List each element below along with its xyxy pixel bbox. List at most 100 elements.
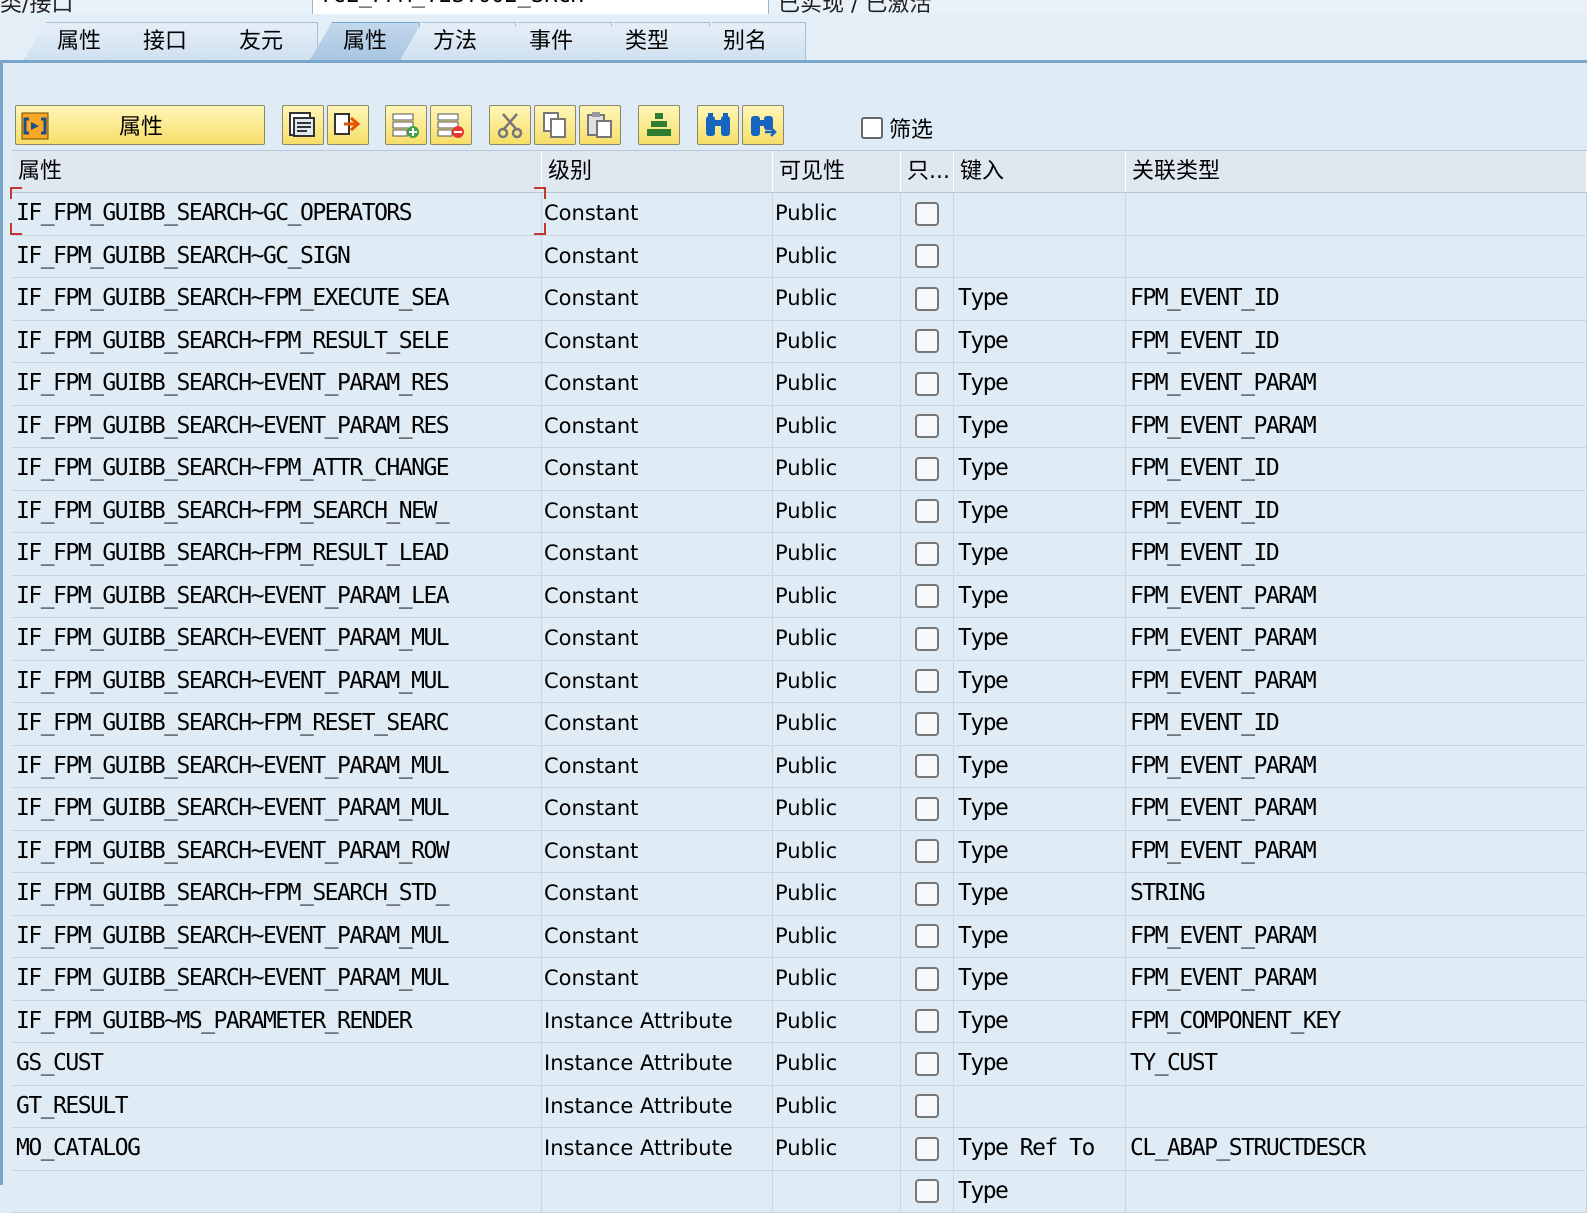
- typing-cell[interactable]: Type: [954, 1171, 1126, 1212]
- find-button[interactable]: [697, 105, 739, 145]
- readonly-checkbox[interactable]: [915, 457, 939, 481]
- level-cell[interactable]: Constant: [542, 321, 773, 362]
- table-row[interactable]: IF_FPM_GUIBB_SEARCH~EVENT_PARAM_MULConst…: [12, 788, 1587, 831]
- readonly-checkbox[interactable]: [915, 287, 939, 311]
- attribute-name-cell[interactable]: IF_FPM_GUIBB_SEARCH~EVENT_PARAM_MUL: [12, 958, 542, 999]
- attribute-name-cell[interactable]: IF_FPM_GUIBB_SEARCH~EVENT_PARAM_ROW: [12, 831, 542, 872]
- typing-cell[interactable]: Type: [954, 321, 1126, 362]
- table-row[interactable]: IF_FPM_GUIBB_SEARCH~EVENT_PARAM_RESConst…: [12, 406, 1587, 449]
- table-row[interactable]: IF_FPM_GUIBB_SEARCH~FPM_ATTR_CHANGEConst…: [12, 448, 1587, 491]
- typing-cell[interactable]: Type: [954, 873, 1126, 914]
- table-row[interactable]: GS_CUSTInstance AttributePublicTypeTY_CU…: [12, 1043, 1587, 1086]
- associated-type-cell[interactable]: [1126, 1171, 1587, 1212]
- table-row[interactable]: GT_RESULTInstance AttributePublic: [12, 1086, 1587, 1129]
- readonly-cell[interactable]: [901, 916, 954, 957]
- readonly-cell[interactable]: [901, 193, 954, 234]
- table-row[interactable]: IF_FPM_GUIBB_SEARCH~EVENT_PARAM_MULConst…: [12, 618, 1587, 661]
- associated-type-cell[interactable]: FPM_COMPONENT_KEY: [1126, 1001, 1587, 1042]
- detail-view-button[interactable]: [282, 105, 324, 145]
- attribute-name-cell[interactable]: IF_FPM_GUIBB_SEARCH~EVENT_PARAM_MUL: [12, 618, 542, 659]
- readonly-checkbox[interactable]: [915, 499, 939, 523]
- col-typing[interactable]: 键入: [954, 151, 1126, 192]
- table-row[interactable]: IF_FPM_GUIBB_SEARCH~FPM_RESET_SEARCConst…: [12, 703, 1587, 746]
- typing-cell[interactable]: Type: [954, 406, 1126, 447]
- table-row[interactable]: IF_FPM_GUIBB_SEARCH~EVENT_PARAM_MULConst…: [12, 916, 1587, 959]
- table-row[interactable]: IF_FPM_GUIBB_SEARCH~EVENT_PARAM_RESConst…: [12, 363, 1587, 406]
- level-cell[interactable]: Constant: [542, 236, 773, 277]
- readonly-checkbox[interactable]: [915, 1009, 939, 1033]
- level-cell[interactable]: Constant: [542, 916, 773, 957]
- attribute-name-cell[interactable]: IF_FPM_GUIBB_SEARCH~EVENT_PARAM_MUL: [12, 746, 542, 787]
- attribute-name-cell[interactable]: IF_FPM_GUIBB_SEARCH~EVENT_PARAM_MUL: [12, 916, 542, 957]
- readonly-checkbox[interactable]: [915, 1137, 939, 1161]
- associated-type-cell[interactable]: TY_CUST: [1126, 1043, 1587, 1084]
- typing-cell[interactable]: Type Ref To: [954, 1128, 1126, 1169]
- readonly-cell[interactable]: [901, 1001, 954, 1042]
- readonly-cell[interactable]: [901, 1171, 954, 1212]
- readonly-cell[interactable]: [901, 788, 954, 829]
- readonly-cell[interactable]: [901, 661, 954, 702]
- associated-type-cell[interactable]: FPM_EVENT_PARAM: [1126, 618, 1587, 659]
- associated-type-cell[interactable]: FPM_EVENT_ID: [1126, 533, 1587, 574]
- find-next-button[interactable]: [742, 105, 784, 145]
- sort-button[interactable]: [638, 105, 680, 145]
- level-cell[interactable]: [542, 1171, 773, 1212]
- col-readonly[interactable]: 只...: [901, 151, 954, 192]
- readonly-checkbox[interactable]: [915, 882, 939, 906]
- table-row[interactable]: IF_FPM_GUIBB_SEARCH~GC_SIGNConstantPubli…: [12, 236, 1587, 279]
- level-cell[interactable]: Constant: [542, 958, 773, 999]
- visibility-cell[interactable]: [773, 1171, 901, 1212]
- readonly-cell[interactable]: [901, 1128, 954, 1169]
- attribute-name-cell[interactable]: IF_FPM_GUIBB_SEARCH~FPM_RESET_SEARC: [12, 703, 542, 744]
- readonly-checkbox[interactable]: [915, 712, 939, 736]
- associated-type-cell[interactable]: FPM_EVENT_PARAM: [1126, 831, 1587, 872]
- typing-cell[interactable]: Type: [954, 533, 1126, 574]
- typing-cell[interactable]: Type: [954, 916, 1126, 957]
- table-row[interactable]: MO_CATALOGInstance AttributePublicType R…: [12, 1128, 1587, 1171]
- class-name-field[interactable]: YCL_FPM_TEST002_SRCH: [312, 0, 769, 14]
- typing-cell[interactable]: Type: [954, 958, 1126, 999]
- associated-type-cell[interactable]: FPM_EVENT_ID: [1126, 491, 1587, 532]
- visibility-cell[interactable]: Public: [773, 958, 901, 999]
- readonly-cell[interactable]: [901, 873, 954, 914]
- attribute-name-cell[interactable]: IF_FPM_GUIBB~MS_PARAMETER_RENDER: [12, 1001, 542, 1042]
- visibility-cell[interactable]: Public: [773, 448, 901, 489]
- attribute-source-button[interactable]: 属性: [15, 105, 265, 145]
- attribute-name-cell[interactable]: IF_FPM_GUIBB_SEARCH~EVENT_PARAM_RES: [12, 363, 542, 404]
- visibility-cell[interactable]: Public: [773, 533, 901, 574]
- readonly-checkbox[interactable]: [915, 839, 939, 863]
- attribute-name-cell[interactable]: IF_FPM_GUIBB_SEARCH~FPM_EXECUTE_SEA: [12, 278, 542, 319]
- typing-cell[interactable]: Type: [954, 363, 1126, 404]
- typing-cell[interactable]: Type: [954, 703, 1126, 744]
- paste-button[interactable]: [579, 105, 621, 145]
- attribute-name-cell[interactable]: IF_FPM_GUIBB_SEARCH~FPM_RESULT_LEAD: [12, 533, 542, 574]
- readonly-checkbox[interactable]: [915, 967, 939, 991]
- level-cell[interactable]: Instance Attribute: [542, 1001, 773, 1042]
- table-row[interactable]: IF_FPM_GUIBB_SEARCH~FPM_SEARCH_STD_Const…: [12, 873, 1587, 916]
- readonly-checkbox[interactable]: [915, 372, 939, 396]
- readonly-checkbox[interactable]: [915, 542, 939, 566]
- level-cell[interactable]: Constant: [542, 831, 773, 872]
- typing-cell[interactable]: Type: [954, 576, 1126, 617]
- associated-type-cell[interactable]: FPM_EVENT_PARAM: [1126, 661, 1587, 702]
- readonly-cell[interactable]: [901, 406, 954, 447]
- associated-type-cell[interactable]: FPM_EVENT_PARAM: [1126, 916, 1587, 957]
- readonly-checkbox[interactable]: [915, 754, 939, 778]
- visibility-cell[interactable]: Public: [773, 661, 901, 702]
- visibility-cell[interactable]: Public: [773, 321, 901, 362]
- readonly-cell[interactable]: [901, 236, 954, 277]
- col-attribute[interactable]: 属性: [12, 151, 542, 192]
- level-cell[interactable]: Constant: [542, 193, 773, 234]
- level-cell[interactable]: Constant: [542, 703, 773, 744]
- readonly-cell[interactable]: [901, 363, 954, 404]
- readonly-checkbox[interactable]: [915, 1094, 939, 1118]
- visibility-cell[interactable]: Public: [773, 278, 901, 319]
- readonly-checkbox[interactable]: [915, 669, 939, 693]
- level-cell[interactable]: Constant: [542, 533, 773, 574]
- attribute-name-cell[interactable]: IF_FPM_GUIBB_SEARCH~EVENT_PARAM_RES: [12, 406, 542, 447]
- readonly-checkbox[interactable]: [915, 924, 939, 948]
- visibility-cell[interactable]: Public: [773, 1001, 901, 1042]
- associated-type-cell[interactable]: FPM_EVENT_ID: [1126, 448, 1587, 489]
- readonly-checkbox[interactable]: [915, 1052, 939, 1076]
- attribute-name-cell[interactable]: IF_FPM_GUIBB_SEARCH~FPM_RESULT_SELE: [12, 321, 542, 362]
